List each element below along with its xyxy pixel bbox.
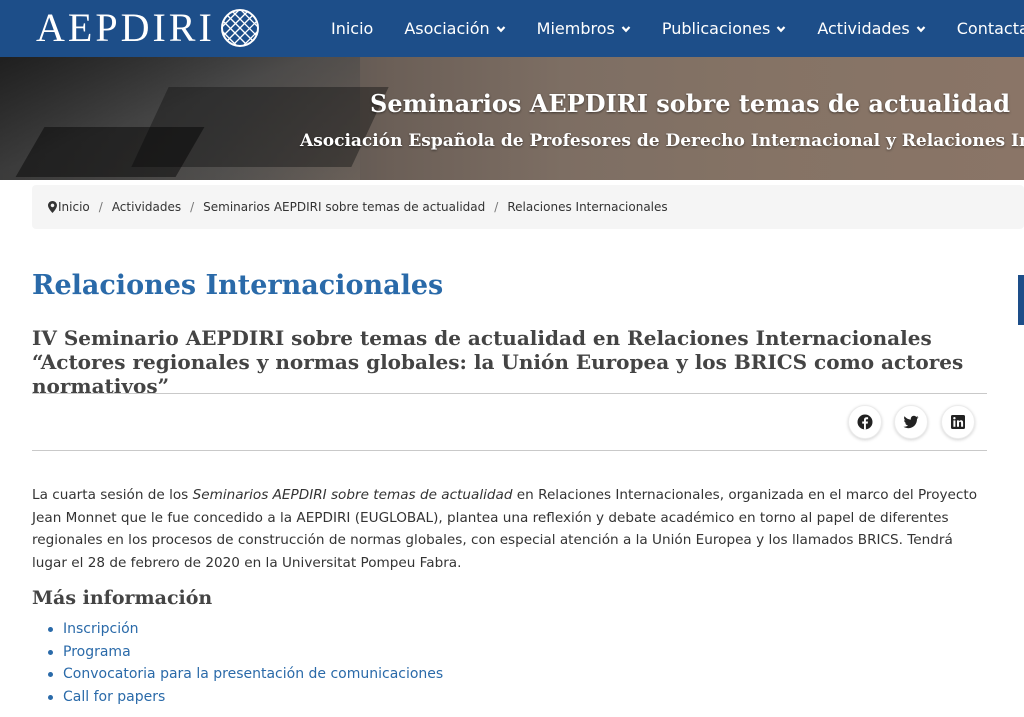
page-title: Relaciones Internacionales [32,270,444,301]
site-logo[interactable]: AEPDIRI [36,6,261,50]
article-title: IV Seminario AEPDIRI sobre temas de actu… [32,326,964,398]
bullet-icon [48,694,53,700]
bullet-icon [48,649,53,655]
link-programa[interactable]: Programa [63,644,131,660]
share-facebook-button[interactable] [848,405,882,439]
list-item: Call for papers [48,686,443,709]
hero-subtitle: Asociación Española de Profesores de Der… [300,131,1024,151]
nav-item-asociacion[interactable]: Asociación [404,19,505,38]
more-info-links: Inscripción Programa Convocatoria para l… [48,618,443,708]
logo-text: AEPDIRI [36,5,215,50]
breadcrumb-actividades[interactable]: Actividades [112,200,181,214]
globe-icon [220,9,259,47]
breadcrumb-inicio[interactable]: Inicio [58,200,90,214]
more-info-heading: Más información [32,587,213,609]
hero-background-shape [15,127,205,177]
chevron-down-icon [777,25,786,32]
nav-item-actividades[interactable]: Actividades [817,19,926,38]
side-accent-bar [1018,275,1024,325]
breadcrumb: Inicio / Actividades / Seminarios AEPDIR… [32,185,1024,229]
link-call-for-papers[interactable]: Call for papers [63,689,165,705]
hero-title: Seminarios AEPDIRI sobre temas de actual… [370,89,1011,118]
breadcrumb-current: Relaciones Internacionales [507,200,668,214]
share-linkedin-button[interactable] [941,405,975,439]
top-navbar: AEPDIRI Inicio Asociación Miembros Publi… [0,0,1024,57]
chevron-down-icon [916,25,926,32]
nav-label: Asociación [404,19,490,38]
list-item: Programa [48,641,443,664]
twitter-icon [903,415,919,429]
linkedin-icon [951,415,965,429]
nav-label: Actividades [817,19,910,38]
divider [32,393,987,394]
body-text-intro: La cuarta sesión de los [32,487,193,503]
body-text-emphasis: Seminarios AEPDIRI sobre temas de actual… [192,487,513,503]
nav-item-inicio[interactable]: Inicio [331,19,373,38]
nav-item-miembros[interactable]: Miembros [537,19,631,38]
nav-item-publicaciones[interactable]: Publicaciones [662,19,787,38]
share-twitter-button[interactable] [894,405,928,439]
hero-banner: Seminarios AEPDIRI sobre temas de actual… [0,57,1024,180]
chevron-down-icon [496,25,505,32]
nav-label: Inicio [331,19,374,38]
list-item: Convocatoria para la presentación de com… [48,663,443,686]
facebook-icon [857,414,873,430]
divider [32,450,987,451]
main-nav: Inicio Asociación Miembros Publicaciones… [331,0,1024,57]
bullet-icon [48,627,53,632]
link-inscripcion[interactable]: Inscripción [63,621,139,637]
nav-item-contactar[interactable]: Contactar [957,19,1024,38]
nav-label: Miembros [536,19,615,38]
breadcrumb-separator: / [98,200,103,214]
chevron-down-icon [621,25,631,32]
nav-label: Contactar [956,19,1024,38]
breadcrumb-separator: / [190,200,195,214]
nav-label: Publicaciones [661,19,771,38]
breadcrumb-seminarios[interactable]: Seminarios AEPDIRI sobre temas de actual… [203,200,485,214]
article-body: La cuarta sesión de los Seminarios AEPDI… [32,484,992,574]
breadcrumb-separator: / [494,200,499,214]
bullet-icon [48,672,53,677]
link-convocatoria[interactable]: Convocatoria para la presentación de com… [63,666,443,682]
list-item: Inscripción [48,618,443,641]
map-pin-icon [48,201,57,213]
